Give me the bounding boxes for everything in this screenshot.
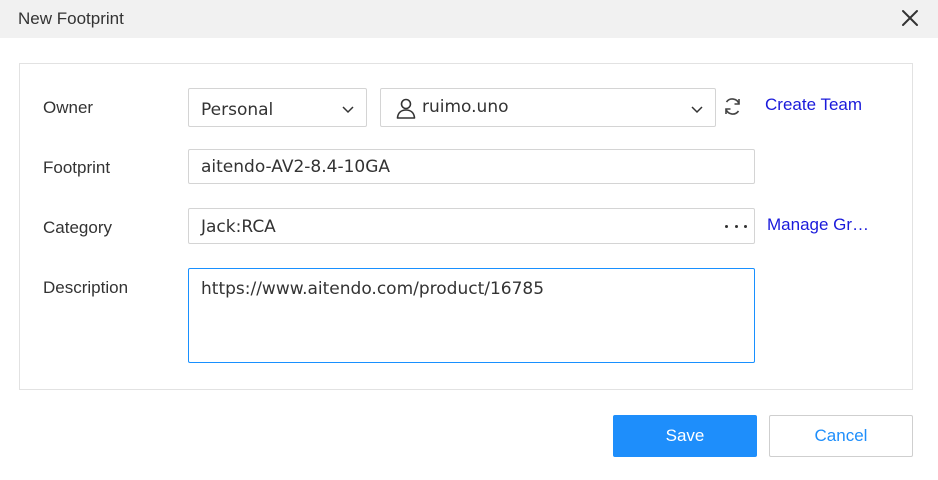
dialog-title-bar: New Footprint	[0, 0, 938, 38]
owner-type-select[interactable]: Personal	[188, 88, 367, 127]
more-dots-icon[interactable]	[725, 215, 747, 237]
footprint-name-value: aitendo-AV2-8.4-10GA	[201, 157, 391, 177]
category-value: Jack:RCA	[201, 217, 276, 237]
save-button[interactable]: Save	[613, 415, 757, 457]
close-icon	[902, 10, 918, 26]
category-label: Category	[43, 218, 112, 237]
owner-user-value: ruimo.uno	[422, 97, 509, 117]
cancel-button[interactable]: Cancel	[769, 415, 913, 457]
description-label: Description	[43, 278, 129, 297]
description-value: https://www.aitendo.com/product/16785	[201, 279, 545, 299]
category-select[interactable]: Jack:RCA	[188, 208, 755, 244]
footprint-name-input[interactable]: aitendo-AV2-8.4-10GA	[188, 149, 755, 184]
close-button[interactable]	[897, 5, 923, 31]
new-footprint-dialog: New Footprint Owner Personal ruimo.uno C…	[0, 0, 938, 480]
manage-groups-link[interactable]: Manage Groups	[767, 215, 871, 235]
owner-label: Owner	[43, 98, 94, 117]
refresh-icon[interactable]	[722, 96, 743, 117]
chevron-down-icon	[341, 91, 355, 127]
user-icon	[396, 98, 416, 119]
owner-user-select[interactable]: ruimo.uno	[380, 88, 716, 127]
description-textarea[interactable]: https://www.aitendo.com/product/16785	[188, 268, 755, 363]
dialog-title: New Footprint	[18, 9, 124, 28]
owner-type-value: Personal	[201, 100, 274, 120]
chevron-down-icon	[690, 91, 704, 127]
create-team-link[interactable]: Create Team	[765, 95, 862, 115]
footprint-label: Footprint	[43, 158, 111, 177]
